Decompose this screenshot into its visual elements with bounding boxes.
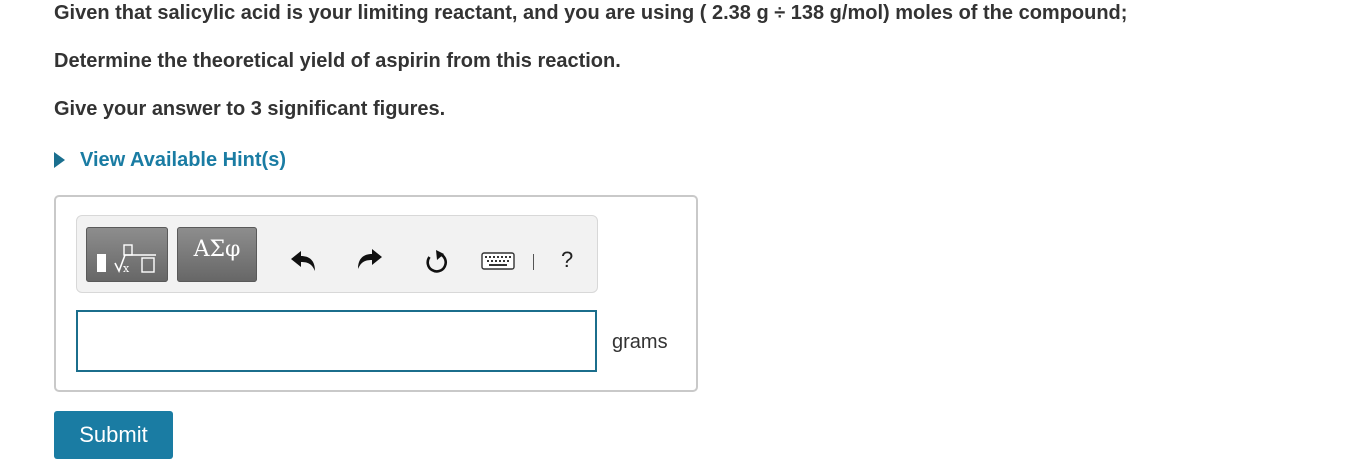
keyboard-icon[interactable] — [481, 252, 515, 270]
undo-icon[interactable] — [290, 249, 318, 273]
svg-text:x: x — [123, 262, 130, 275]
submit-button[interactable]: Submit — [54, 411, 173, 459]
answer-panel: x ΑΣφ ? grams — [54, 195, 698, 392]
triangle-right-icon — [54, 152, 65, 168]
question-line-3: Give your answer to 3 significant figure… — [54, 98, 446, 120]
help-button[interactable]: ? — [561, 247, 573, 273]
symbols-button[interactable]: ΑΣφ — [177, 227, 257, 282]
redo-icon[interactable] — [355, 247, 383, 271]
view-hints-link[interactable]: View Available Hint(s) — [54, 148, 286, 172]
question-line-1: Given that salicylic acid is your limiti… — [54, 2, 1128, 24]
question-line-2: Determine the theoretical yield of aspir… — [54, 50, 621, 72]
math-toolbar: x ΑΣφ ? — [76, 215, 598, 293]
toolbar-divider — [533, 254, 534, 270]
view-hints-label: View Available Hint(s) — [80, 149, 286, 171]
templates-icon: x — [97, 244, 156, 275]
symbols-button-label: ΑΣφ — [193, 237, 241, 262]
templates-button[interactable]: x — [86, 227, 168, 282]
reset-icon[interactable] — [423, 249, 451, 275]
answer-input[interactable] — [76, 310, 597, 372]
unit-label: grams — [612, 331, 668, 353]
